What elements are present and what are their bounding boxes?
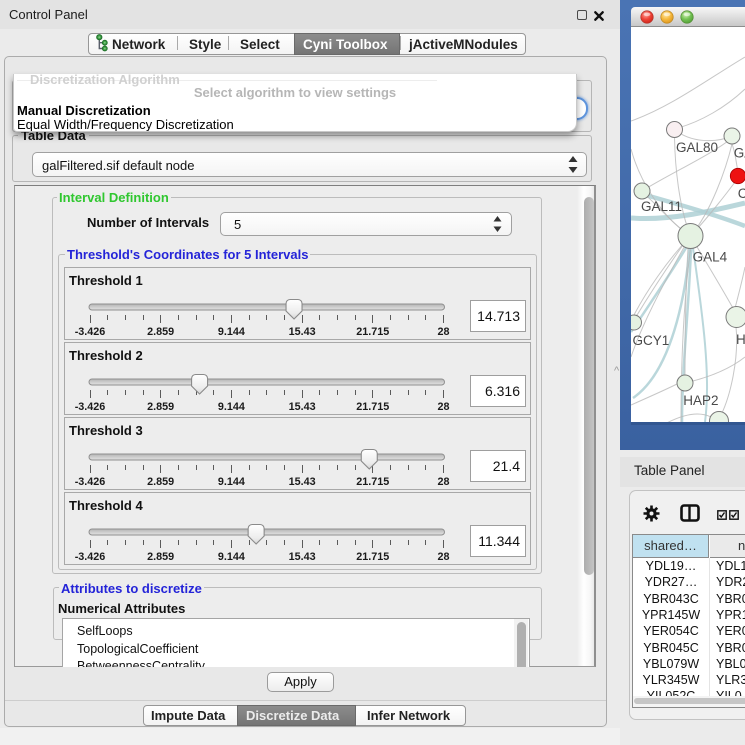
svg-text:21.715: 21.715 (356, 326, 389, 338)
svg-text:-3.426: -3.426 (75, 476, 106, 488)
svg-text:15.43: 15.43 (289, 476, 316, 488)
svg-text:GAL11: GAL11 (641, 199, 682, 214)
svg-text:2.859: 2.859 (147, 551, 174, 563)
svg-text:GAL80: GAL80 (676, 140, 718, 155)
svg-text:HAP2: HAP2 (683, 393, 718, 408)
svg-text:21.715: 21.715 (356, 401, 389, 413)
svg-text:CD: CD (738, 186, 745, 201)
svg-text:GAL4: GAL4 (693, 250, 728, 265)
svg-text:21.715: 21.715 (356, 551, 389, 563)
svg-text:2.859: 2.859 (147, 476, 174, 488)
svg-text:28: 28 (437, 401, 449, 413)
svg-text:9.144: 9.144 (218, 326, 245, 338)
svg-text:-3.426: -3.426 (75, 551, 106, 563)
svg-text:GCY1: GCY1 (633, 333, 670, 348)
svg-text:9.144: 9.144 (218, 476, 245, 488)
svg-text:-3.426: -3.426 (75, 401, 106, 413)
svg-text:21.715: 21.715 (356, 476, 389, 488)
svg-text:28: 28 (437, 476, 449, 488)
svg-text:2.859: 2.859 (147, 326, 174, 338)
svg-text:9.144: 9.144 (218, 551, 245, 563)
svg-text:2.859: 2.859 (147, 401, 174, 413)
svg-text:15.43: 15.43 (289, 401, 316, 413)
svg-text:28: 28 (437, 551, 449, 563)
svg-text:GA: GA (734, 146, 745, 161)
svg-text:28: 28 (437, 326, 449, 338)
svg-text:15.43: 15.43 (289, 326, 316, 338)
svg-text:15.43: 15.43 (289, 551, 316, 563)
svg-text:-3.426: -3.426 (75, 326, 106, 338)
svg-text:HI: HI (736, 332, 745, 347)
svg-text:9.144: 9.144 (218, 401, 245, 413)
